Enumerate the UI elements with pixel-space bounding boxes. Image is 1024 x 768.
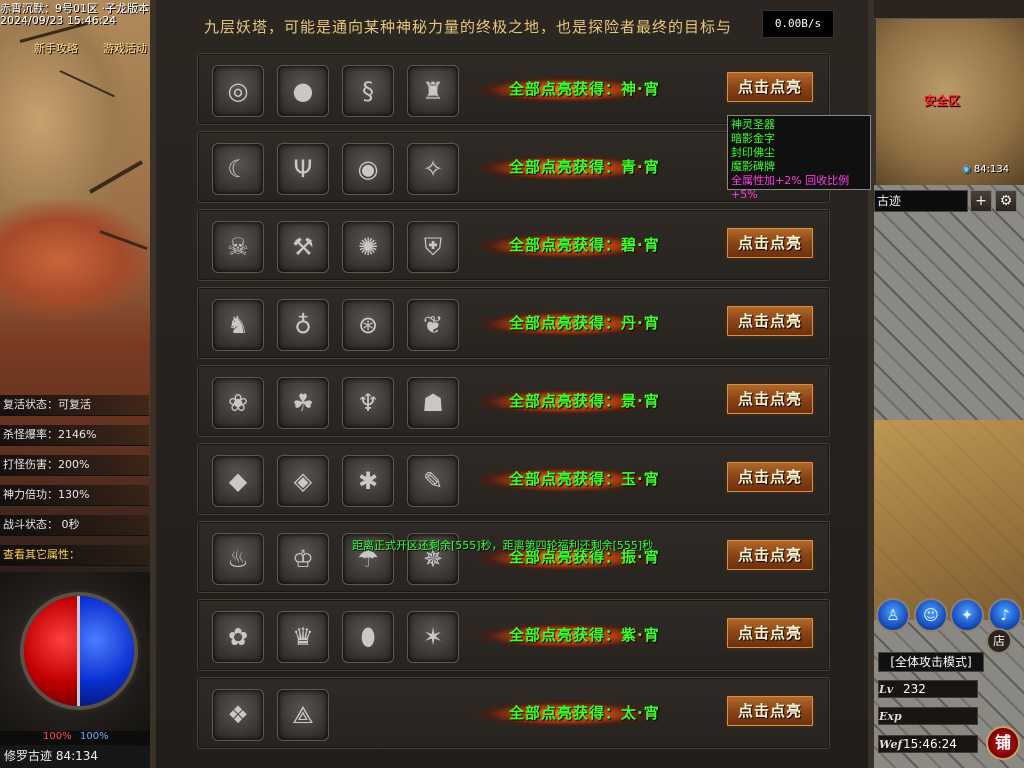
- beast-icon[interactable]: ♞: [212, 299, 264, 351]
- reward-text: 全部点亮获得：碧·宵: [509, 236, 660, 254]
- hp-fill: [24, 596, 79, 706]
- panel-title: 九层妖塔，可能是通向某种神秘力量的终极之地，也是探险者最终的目标与: [204, 18, 733, 36]
- plus-icon[interactable]: +: [970, 190, 992, 212]
- map-name: 古迹: [874, 190, 968, 212]
- tooltip-item: 封印佛尘: [731, 146, 775, 159]
- mask-icon[interactable]: ☠: [212, 221, 264, 273]
- egg-icon[interactable]: ⬮: [342, 611, 394, 663]
- light-up-button[interactable]: 点击点亮: [725, 382, 815, 416]
- lotus-icon[interactable]: ❀: [212, 377, 264, 429]
- light-up-button[interactable]: 点击点亮: [725, 304, 815, 338]
- location: 修罗古迹 84:134: [0, 746, 150, 768]
- tower-row: ◆ ◈ ✱ ✎ 全部点亮获得：玉·宵 点击点亮: [197, 443, 830, 515]
- feather-icon[interactable]: ✎: [407, 455, 459, 507]
- stat-damage: 打怪伤害：200%: [0, 455, 149, 476]
- person-icon[interactable]: ♙: [876, 598, 910, 632]
- spider-icon[interactable]: ✱: [342, 455, 394, 507]
- stat-combat: 战斗状态： 0秒: [0, 515, 149, 536]
- light-up-button[interactable]: 点击点亮: [725, 538, 815, 572]
- datetime: 2024/09/23 15:46:24: [0, 14, 117, 27]
- reward-text: 全部点亮获得：青·宵: [509, 158, 660, 176]
- gear-icon[interactable]: ⚙: [995, 190, 1017, 212]
- sound-icon[interactable]: ♪: [988, 598, 1022, 632]
- event-button[interactable]: 游戏活动: [103, 40, 147, 56]
- boat-icon[interactable]: ☗: [407, 377, 459, 429]
- attack-mode[interactable]: [全体攻击模式]: [878, 652, 984, 672]
- reward-text: 全部点亮获得：丹·宵: [509, 314, 660, 332]
- pu-button[interactable]: 铺: [986, 726, 1020, 760]
- tower-row: ♞ ♁ ⊛ ❦ 全部点亮获得：丹·宵 点击点亮: [197, 287, 830, 359]
- claw-icon[interactable]: ✧: [407, 143, 459, 195]
- axe-icon[interactable]: ⚒: [277, 221, 329, 273]
- stat-drop-rate: 杀怪爆率：2146%: [0, 425, 149, 446]
- star-icon[interactable]: ✶: [407, 611, 459, 663]
- tower-row: ☠ ⚒ ✺ ⛨ 全部点亮获得：碧·宵 点击点亮: [197, 209, 830, 281]
- tooltip-item: 神灵圣器: [731, 118, 775, 131]
- reward-text: 全部点亮获得：神·宵: [509, 80, 660, 98]
- demon-icon[interactable]: ♛: [277, 611, 329, 663]
- spirit-icon[interactable]: ♆: [342, 377, 394, 429]
- crystal-icon[interactable]: ◈: [277, 455, 329, 507]
- view-other-stats[interactable]: 查看其它属性：: [0, 545, 149, 566]
- tower-row: ✿ ♛ ⬮ ✶ 全部点亮获得：紫·宵 点击点亮: [197, 599, 830, 671]
- light-up-button[interactable]: 点击点亮: [725, 460, 815, 494]
- serpent-icon[interactable]: §: [342, 65, 394, 117]
- light-up-button[interactable]: 点击点亮: [725, 70, 815, 104]
- item-tooltip: 神灵圣器 暗影金字 封印佛尘 魔影碑牌 全属性加+2% 回收比例+5%: [727, 115, 871, 201]
- safe-zone-label: 安全区: [924, 94, 961, 108]
- tooltip-item: 暗影金字: [731, 132, 775, 145]
- reward-text: 全部点亮获得：紫·宵: [509, 626, 660, 644]
- shop-button[interactable]: 店: [986, 628, 1012, 654]
- reward-text: 全部点亮获得：景·宵: [509, 392, 660, 410]
- compass-icon[interactable]: ✦: [950, 598, 984, 632]
- exp-bar: Exp: [878, 707, 978, 725]
- leaves-icon[interactable]: ☘: [277, 377, 329, 429]
- tower-row: ♨ ♔ ☂ ✵ 全部点亮获得：振·宵 点击点亮: [197, 521, 830, 593]
- tower-row: ❖ ⟁ 全部点亮获得：太·宵 点击点亮: [197, 677, 830, 749]
- light-up-button[interactable]: 点击点亮: [725, 226, 815, 260]
- time-bar: Wef15:46:24: [878, 735, 978, 753]
- charm-icon[interactable]: ◉: [342, 143, 394, 195]
- light-up-button[interactable]: 点击点亮: [725, 616, 815, 650]
- crane-icon[interactable]: ⟁: [277, 689, 329, 741]
- orb-icon[interactable]: ●: [277, 65, 329, 117]
- horn-icon[interactable]: ☾: [212, 143, 264, 195]
- stone-icon[interactable]: ◆: [212, 455, 264, 507]
- totem-icon[interactable]: ♜: [407, 65, 459, 117]
- reward-text: 全部点亮获得：玉·宵: [509, 470, 660, 488]
- minimap-header: [874, 0, 1024, 19]
- light-up-button[interactable]: 点击点亮: [725, 694, 815, 728]
- stat-power: 神力倍功：130%: [0, 485, 149, 506]
- wheel-icon[interactable]: ✺: [342, 221, 394, 273]
- stat-revive: 复活状态：可复活: [0, 395, 149, 416]
- shield-icon[interactable]: ⛨: [407, 221, 459, 273]
- hp-percent: 100%: [43, 731, 72, 742]
- server-countdown-notice: 距离正式开区还剩余[555]秒，距离第四轮福利还剩余[555]秒: [352, 539, 654, 552]
- flame-icon[interactable]: ♨: [212, 533, 264, 585]
- coin-icon[interactable]: ⊛: [342, 299, 394, 351]
- tooltip-item: 魔影碑牌: [731, 160, 775, 173]
- net-speed: 0.00B/s: [762, 10, 834, 38]
- map-coords: ◉ 84:134: [962, 164, 1010, 175]
- fan-icon[interactable]: ❖: [212, 689, 264, 741]
- reward-text: 全部点亮获得：太·宵: [509, 704, 660, 722]
- pin-icon: ◉: [962, 164, 971, 175]
- tooltip-bonus: 全属性加+2% 回收比例+5%: [731, 174, 850, 201]
- mp-percent: 100%: [80, 731, 109, 742]
- hp-mp-orb: [20, 592, 138, 710]
- wing-icon[interactable]: ❦: [407, 299, 459, 351]
- bottle-icon[interactable]: ♔: [277, 533, 329, 585]
- gourd-icon[interactable]: ♁: [277, 299, 329, 351]
- ring-icon[interactable]: ◎: [212, 65, 264, 117]
- flower-icon[interactable]: ✿: [212, 611, 264, 663]
- trident-icon[interactable]: Ψ: [277, 143, 329, 195]
- guide-button[interactable]: 新手攻略: [34, 40, 78, 56]
- team-icon[interactable]: ☺: [914, 598, 948, 632]
- level-bar: Lv 232: [878, 680, 978, 698]
- tower-row: ❀ ☘ ♆ ☗ 全部点亮获得：景·宵 点击点亮: [197, 365, 830, 437]
- mp-fill: [79, 596, 134, 706]
